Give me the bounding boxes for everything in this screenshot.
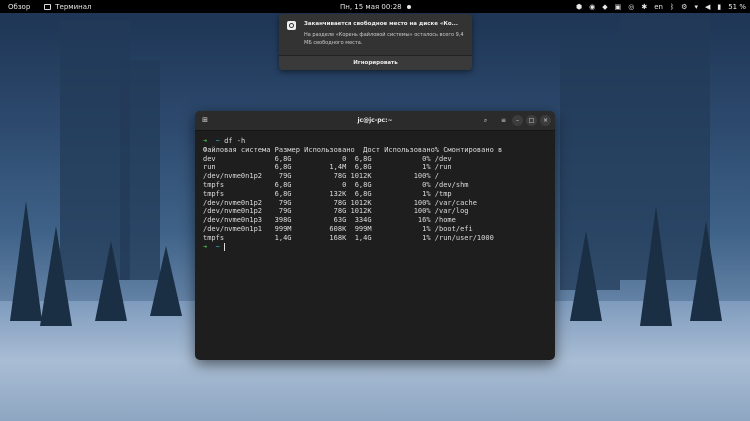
df-row: /dev/nvme0n1p1 999M 608K 999M 1% /boot/e… [203, 224, 473, 233]
prompt-arrow-icon: ➜ [203, 242, 208, 251]
activities-label: Обзор [8, 2, 31, 11]
df-row: /dev/nvme0n1p2 79G 78G 1012K 100% /var/l… [203, 207, 469, 216]
terminal-output[interactable]: ➜ ~ df -h Файловая система Размер Исполь… [203, 137, 502, 251]
df-row: tmpfs 6,8G 132K 6,8G 1% /tmp [203, 189, 452, 198]
wallpaper-tree [570, 231, 602, 321]
wallpaper-tree [690, 221, 722, 321]
wallpaper-tree [640, 206, 672, 326]
battery-percent: 51 % [728, 2, 746, 11]
system-tray: ⬢ ◉ ◆ ▣ ◎ ✱ en ᛒ ⚙ ▾ ◀ ▮ 51 % [576, 0, 746, 13]
wifi-icon[interactable]: ▾ [694, 3, 698, 11]
command-text: df -h [224, 137, 246, 145]
df-header: Файловая система Размер Использовано Дос… [203, 145, 503, 154]
prompt-directory: ~ [215, 242, 220, 251]
clock-button[interactable]: Пн, 15 мая 00:28 [340, 0, 411, 13]
df-row: dev 6,8G 0 6,8G 0% /dev [203, 154, 452, 163]
search-icon[interactable]: ⌕ [480, 115, 491, 126]
prompt-directory: ~ [215, 137, 220, 145]
notification-dot-icon [406, 4, 411, 9]
wallpaper-tree [40, 226, 72, 326]
dropbox-icon[interactable]: ◆ [602, 3, 607, 11]
df-row: tmpfs 6,8G 0 6,8G 0% /dev/shm [203, 180, 469, 189]
terminal-app-icon [44, 3, 52, 10]
ignore-button[interactable]: Игнорировать [279, 55, 472, 70]
disk-icon [287, 21, 296, 30]
terminal-headerbar[interactable]: ⊞ jc@jc-pc:~ ⌕ ≡ – □ × [195, 111, 555, 131]
wallpaper-tree [10, 201, 42, 321]
prompt-line[interactable]: ➜ ~ [203, 242, 226, 251]
app-menu-label: Терминал [55, 2, 92, 11]
df-row: /dev/nvme0n1p2 79G 78G 1012K 100% / [203, 172, 440, 181]
df-row: run 6,8G 1,4M 6,8G 1% /run [203, 163, 452, 172]
notification-body: На разделе «Корень файловой системы» ост… [304, 32, 464, 46]
extension-icon[interactable]: ✱ [641, 3, 647, 11]
prompt-arrow-icon: ➜ [203, 137, 208, 145]
shield-icon[interactable]: ⬢ [576, 3, 582, 11]
terminal-window[interactable]: ⊞ jc@jc-pc:~ ⌕ ≡ – □ × ➜ ~ df -h Файлова… [195, 111, 555, 360]
df-row: /dev/nvme0n1p3 398G 63G 334G 16% /home [203, 216, 456, 225]
top-bar: Обзор Терминал Пн, 15 мая 00:28 ⬢ ◉ ◆ ▣ … [0, 0, 750, 13]
screenshot-icon[interactable]: ▣ [615, 3, 622, 11]
df-row: tmpfs 1,4G 168K 1,4G 1% /run/user/1000 [203, 233, 494, 242]
wallpaper-tree [95, 241, 127, 321]
minimize-icon[interactable]: – [512, 115, 523, 126]
text-cursor [224, 242, 226, 251]
volume-icon[interactable]: ◀ [705, 3, 710, 11]
activities-button[interactable]: Обзор [8, 0, 30, 13]
low-disk-notification[interactable]: Заканчивается свободное место на диске «… [279, 14, 472, 70]
close-icon[interactable]: × [540, 115, 551, 126]
command-line: ➜ ~ df -h [203, 137, 245, 145]
df-row: /dev/nvme0n1p2 79G 78G 1012K 100% /var/c… [203, 198, 477, 207]
tray-app-icon[interactable]: ◎ [628, 3, 634, 11]
wallpaper-tree [150, 246, 182, 316]
keyboard-layout-indicator[interactable]: en [654, 3, 663, 11]
battery-icon[interactable]: ▮ [717, 3, 721, 11]
app-menu-button[interactable]: Терминал [44, 0, 91, 13]
vpn-icon[interactable]: ◉ [589, 3, 595, 11]
bluetooth-icon[interactable]: ᛒ [670, 3, 674, 11]
maximize-icon[interactable]: □ [526, 115, 537, 126]
hamburger-menu-icon[interactable]: ≡ [498, 115, 509, 126]
settings-icon[interactable]: ⚙ [681, 3, 687, 11]
clock-label: Пн, 15 мая 00:28 [340, 2, 402, 11]
notification-title: Заканчивается свободное место на диске «… [304, 21, 458, 27]
